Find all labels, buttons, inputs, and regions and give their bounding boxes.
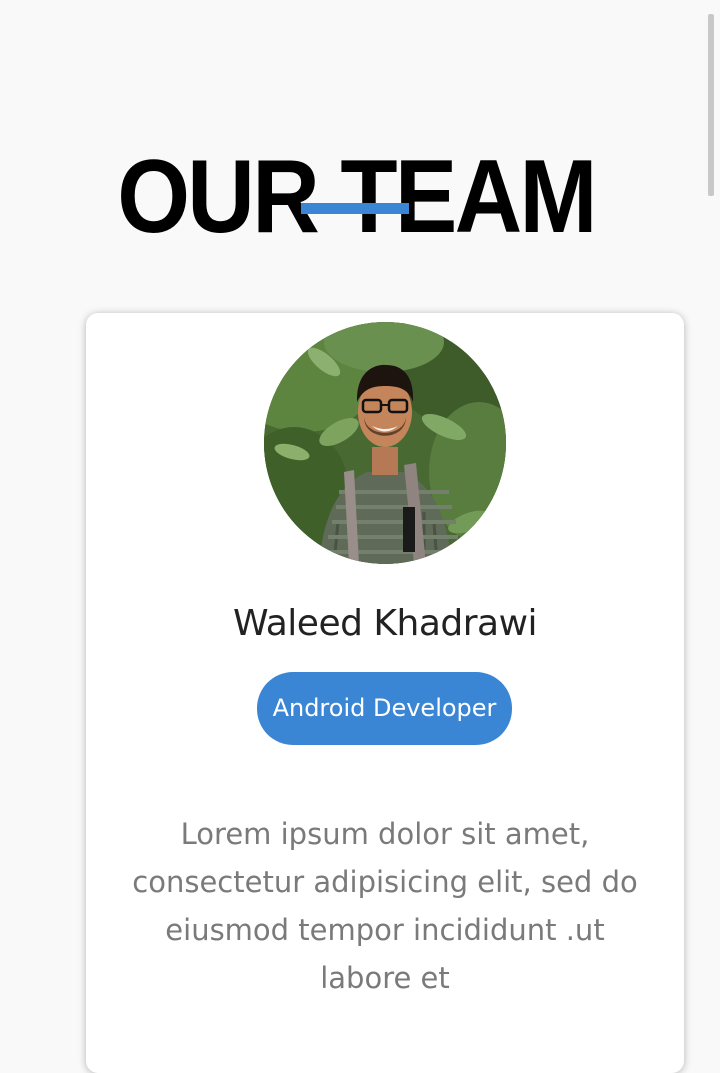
scrollbar[interactable] bbox=[708, 14, 714, 196]
page-title: OUR TEAM bbox=[117, 138, 597, 255]
title-underline bbox=[301, 203, 409, 214]
role-badge-button[interactable]: Android Developer bbox=[257, 672, 512, 745]
team-member-card: Waleed Khadrawi Android Developer Lorem … bbox=[86, 313, 684, 1073]
member-description: Lorem ipsum dolor sit amet, consectetur … bbox=[132, 817, 638, 995]
member-name: Waleed Khadrawi bbox=[232, 603, 538, 644]
profile-photo-icon bbox=[264, 322, 506, 564]
avatar bbox=[264, 322, 506, 564]
